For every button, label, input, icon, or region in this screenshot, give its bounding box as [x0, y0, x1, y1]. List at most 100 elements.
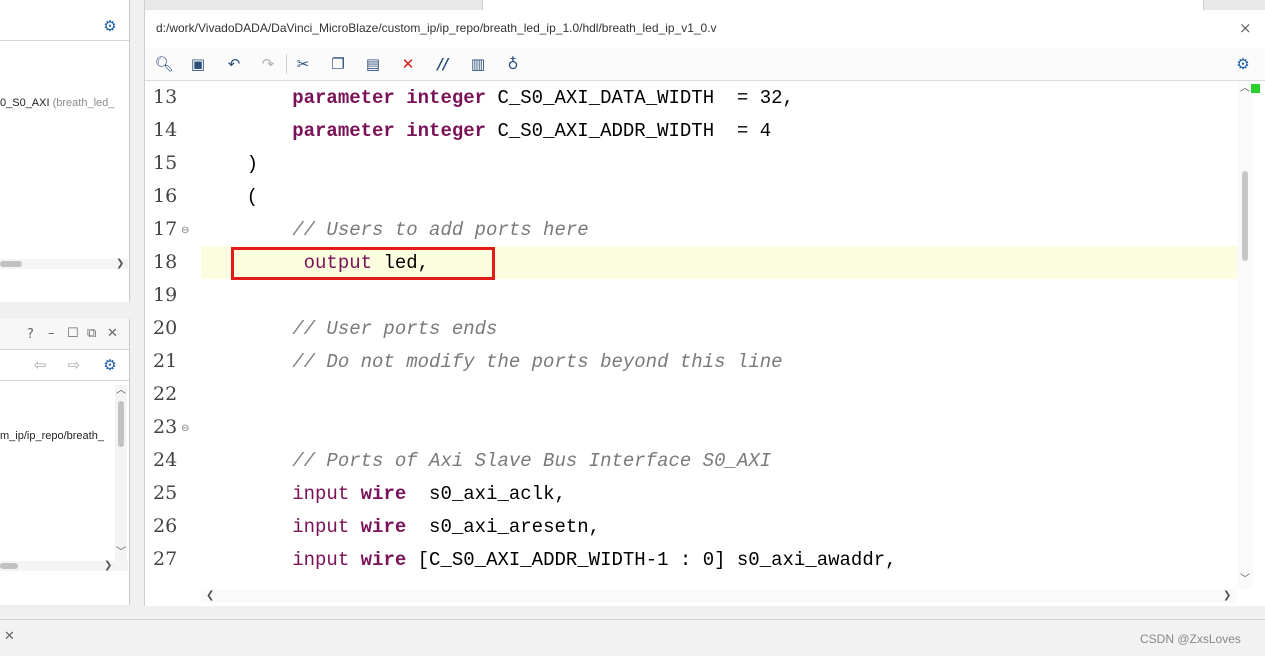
code-token: C_S0_AXI_ADDR_WIDTH = 4 [486, 120, 772, 142]
copy-icon[interactable]: ❐ [328, 55, 348, 73]
editor-toolbar: 🔍︎ ▣ ↶ ↷ ✂ ❐ ▤ ✕ // ▥ ♁ ⚙ [145, 48, 1265, 81]
code-line: ) [201, 148, 258, 181]
code-editor: d:/work/VivadoDADA/DaVinci_MicroBlaze/cu… [144, 0, 1265, 606]
help-icon[interactable]: ? [27, 328, 34, 342]
code-line: // Do not modify the ports beyond this l… [201, 346, 783, 379]
forward-arrow-icon[interactable]: ⇨ [66, 357, 82, 373]
editor-hscrollbar[interactable]: ❮ ❯ [201, 589, 1237, 603]
code-token: s0_axi_aclk, [406, 483, 566, 505]
code-token: ) [246, 153, 259, 175]
chevron-left-icon[interactable]: ❮ [206, 591, 214, 601]
close-icon[interactable]: ✕ [107, 327, 118, 341]
properties-panel: ? – ☐ ⧉ ✕ ⇦ ⇨ ⚙ m_ip/ip_repo/breath_ ︿ ﹀… [0, 319, 130, 605]
code-keyword: parameter [292, 120, 395, 142]
code-token: s0_axi_aresetn, [406, 516, 601, 538]
chevron-down-icon[interactable]: ﹀ [1240, 575, 1250, 585]
code-line: ( [201, 181, 258, 214]
code-area[interactable]: parameter integer C_S0_AXI_DATA_WIDTH = … [145, 81, 1237, 589]
hierarchy-item-label: 0_S0_AXI [0, 97, 50, 109]
gear-icon[interactable]: ⚙ [102, 357, 118, 373]
properties-panel-toolbar: ⇦ ⇨ ⚙ [0, 350, 129, 381]
scroll-thumb[interactable] [1242, 171, 1248, 261]
code-line: input wire [C_S0_AXI_ADDR_WIDTH-1 : 0] s… [201, 544, 897, 577]
code-line: input wire s0_axi_aclk, [201, 478, 566, 511]
float-icon[interactable]: ⧉ [87, 327, 96, 341]
code-keyword: integer [406, 87, 487, 109]
scroll-thumb[interactable] [0, 261, 22, 267]
gear-icon[interactable]: ⚙ [102, 18, 118, 34]
close-icon[interactable]: × [1239, 19, 1252, 37]
properties-hscrollbar[interactable]: ❯ [0, 561, 128, 571]
code-keyword: input [292, 516, 350, 538]
search-icon[interactable]: 🔍︎ [154, 55, 174, 73]
undo-icon[interactable]: ↶ [224, 55, 244, 73]
code-line: parameter integer C_S0_AXI_ADDR_WIDTH = … [201, 115, 771, 148]
toolbar-separator [286, 54, 287, 74]
property-path-text: m_ip/ip_repo/breath_ [0, 430, 104, 442]
code-line: parameter integer C_S0_AXI_DATA_WIDTH = … [201, 82, 794, 115]
close-icon[interactable]: ✕ [4, 630, 15, 644]
hierarchy-item-hint: (breath_led_ [52, 97, 115, 109]
scroll-thumb[interactable] [0, 563, 18, 569]
code-keyword: wire [360, 483, 407, 505]
cut-icon[interactable]: ✂ [293, 55, 313, 73]
delete-icon[interactable]: ✕ [398, 55, 418, 73]
columns-icon[interactable]: ▥ [468, 55, 488, 73]
code-keyword: input [292, 549, 350, 571]
code-comment: // Do not modify the ports beyond this l… [292, 351, 783, 373]
chevron-right-icon[interactable]: ❯ [104, 561, 112, 571]
code-comment: // Ports of Axi Slave Bus Interface S0_A… [292, 450, 772, 472]
code-token: [C_S0_AXI_ADDR_WIDTH-1 : 0] s0_axi_awadd… [406, 549, 897, 571]
redo-icon[interactable]: ↷ [258, 55, 278, 73]
code-line: // User ports ends [201, 313, 497, 346]
code-comment: // Users to add ports here [292, 219, 589, 241]
active-tab[interactable] [482, 0, 1204, 10]
chevron-up-icon[interactable]: ︿ [1240, 84, 1250, 94]
editor-tab-strip [145, 0, 1265, 10]
properties-vscrollbar[interactable]: ︿ ﹀ [115, 385, 127, 561]
chevron-right-icon[interactable]: ❯ [1223, 591, 1231, 601]
save-icon[interactable]: ▣ [188, 55, 208, 73]
code-keyword: wire [360, 516, 407, 538]
maximize-icon[interactable]: ☐ [67, 327, 79, 341]
gear-icon[interactable]: ⚙ [1233, 55, 1253, 73]
editor-vscrollbar[interactable]: ︿ ﹀ [1237, 81, 1253, 589]
file-path: d:/work/VivadoDADA/DaVinci_MicroBlaze/cu… [156, 21, 717, 35]
code-comment: // User ports ends [292, 318, 498, 340]
code-token: ( [246, 186, 259, 208]
bottom-panel: ✕ [0, 619, 1265, 656]
chevron-up-icon[interactable]: ︿ [116, 386, 126, 396]
chevron-down-icon[interactable]: ﹀ [116, 548, 126, 558]
code-line: // Ports of Axi Slave Bus Interface S0_A… [201, 445, 771, 478]
sources-panel: ⚙ 0_S0_AXI (breath_led_ ❯ [0, 0, 130, 302]
sources-panel-header: ⚙ [0, 10, 129, 41]
hierarchy-item[interactable]: 0_S0_AXI (breath_led_ [0, 97, 114, 109]
paste-icon[interactable]: ▤ [363, 55, 383, 73]
comment-icon[interactable]: // [433, 55, 453, 73]
code-line: // Users to add ports here [201, 214, 589, 247]
scroll-thumb[interactable] [118, 401, 124, 447]
code-keyword: parameter [292, 87, 395, 109]
code-keyword: wire [360, 549, 407, 571]
annotation-red-box [231, 247, 495, 280]
code-line: input wire s0_axi_aresetn, [201, 511, 600, 544]
bulb-icon[interactable]: ♁ [503, 55, 523, 73]
back-arrow-icon[interactable]: ⇦ [32, 357, 48, 373]
chevron-right-icon[interactable]: ❯ [116, 259, 124, 269]
sources-hscrollbar[interactable]: ❯ [0, 259, 128, 269]
minimize-icon[interactable]: – [48, 327, 55, 341]
